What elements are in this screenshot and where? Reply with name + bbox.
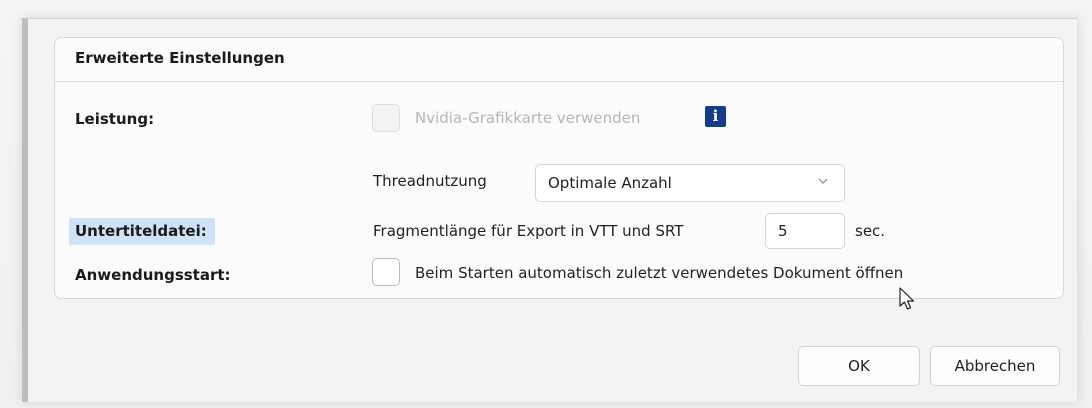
open-last-document-checkbox[interactable]: [372, 258, 400, 286]
thread-usage-value: Optimale Anzahl: [548, 174, 672, 192]
thread-usage-select[interactable]: Optimale Anzahl: [535, 164, 845, 202]
application-start-label: Anwendungsstart:: [75, 266, 231, 284]
cancel-button[interactable]: Abbrechen: [930, 346, 1060, 386]
info-icon[interactable]: i: [705, 106, 726, 127]
gpu-checkbox[interactable]: [372, 104, 400, 132]
panel-header: Erweiterte Einstellungen: [55, 38, 1063, 82]
performance-label: Leistung:: [75, 110, 155, 128]
open-last-document-label: Beim Starten automatisch zuletzt verwend…: [415, 264, 904, 282]
panel-title: Erweiterte Einstellungen: [75, 49, 285, 67]
chevron-down-icon: [818, 178, 828, 184]
settings-dialog: Erweiterte Einstellungen Leistung: Nvidi…: [22, 18, 1078, 402]
thread-usage-label: Threadnutzung: [373, 172, 487, 190]
fragment-length-input[interactable]: 5: [765, 213, 845, 249]
fragment-length-unit: sec.: [855, 222, 886, 240]
mouse-cursor-icon: [899, 287, 915, 310]
subtitle-file-label-text: Untertiteldatei:: [69, 218, 215, 245]
gpu-checkbox-label: Nvidia-Grafikkarte verwenden: [415, 109, 641, 127]
subtitle-file-label: Untertiteldatei:: [69, 218, 215, 245]
fragment-length-label: Fragmentlänge für Export in VTT und SRT: [373, 222, 684, 240]
ok-button[interactable]: OK: [798, 346, 920, 386]
advanced-settings-panel: Erweiterte Einstellungen Leistung: Nvidi…: [54, 37, 1064, 299]
